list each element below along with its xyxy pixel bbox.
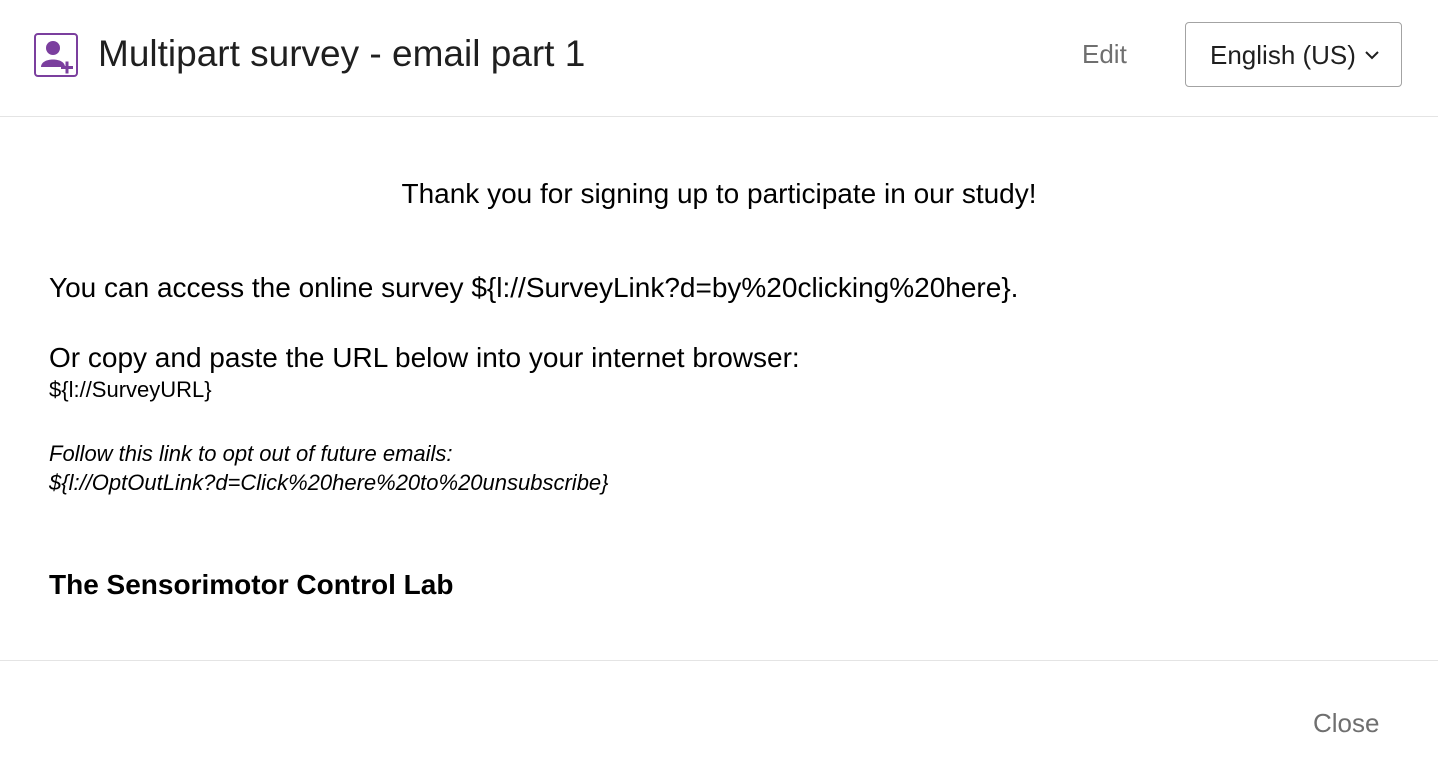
language-select-value: English (US) [1210,40,1356,70]
language-select[interactable]: English (US) [1185,22,1402,87]
email-preview-dialog: Multipart survey - email part 1 Edit Eng… [0,0,1438,779]
close-button[interactable]: Close [1313,705,1379,741]
chevron-down-icon [1364,48,1380,60]
copy-instructions-text: Or copy and paste the URL below into you… [49,342,800,373]
survey-access-text: You can access the online survey ${l://S… [49,272,1019,303]
optout-instructions-text: Follow this link to opt out of future em… [49,441,453,466]
signature-text: The Sensorimotor Control Lab [49,569,454,600]
dialog-title: Multipart survey - email part 1 [98,33,586,74]
optout-link-text: ${l://OptOutLink?d=Click%20here%20to%20u… [49,470,609,495]
contact-add-icon [34,33,78,77]
email-body: Thank you for signing up to participate … [0,118,1438,660]
survey-url-text: ${l://SurveyURL} [49,377,212,402]
greeting-text: Thank you for signing up to participate … [401,178,1037,209]
dialog-header: Multipart survey - email part 1 Edit Eng… [0,0,1438,117]
edit-button[interactable]: Edit [1082,36,1127,72]
dialog-footer: Close [0,660,1438,779]
